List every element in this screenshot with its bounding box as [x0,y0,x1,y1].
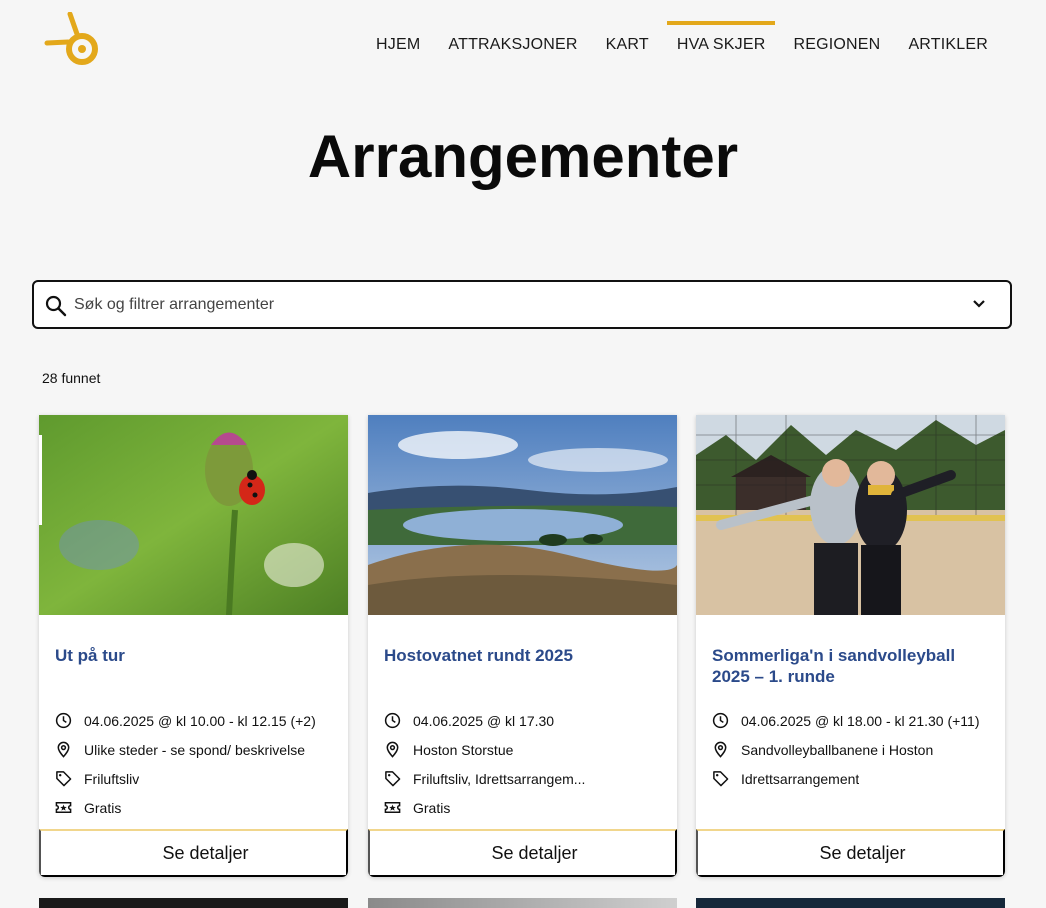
event-category-row: Idrettsarrangement [712,764,1002,793]
ticket-icon [55,802,72,813]
location-pin-icon [714,741,727,758]
search-filter-box[interactable] [32,280,1012,329]
see-details-button[interactable]: Se detaljer [696,829,1005,877]
event-image-volleyball [696,415,1005,615]
location-pin-icon [386,741,399,758]
clock-icon [55,712,72,729]
clock-icon [712,712,729,729]
tag-icon [385,771,401,787]
event-price-row: Gratis [384,793,674,822]
nav-item-hva-skjer[interactable]: HVA SKJER [666,0,776,54]
event-location: Ulike steder - se spond/ beskrivelse [84,741,305,758]
event-meta: 04.06.2025 @ kl 17.30 Hoston Storstue Fr… [384,706,674,822]
event-datetime-row: 04.06.2025 @ kl 10.00 - kl 12.15 (+2) [55,706,345,735]
search-icon [45,295,67,317]
event-meta: 04.06.2025 @ kl 18.00 - kl 21.30 (+11) S… [712,706,1002,793]
chevron-down-icon[interactable] [972,299,986,309]
nav-item-attraksjoner[interactable]: ATTRAKSJONER [448,0,577,54]
event-location: Hoston Storstue [413,741,514,758]
event-card-peek[interactable] [39,898,348,908]
page-title: Arrangementer [307,123,739,190]
tag-icon [713,771,729,787]
event-datetime: 04.06.2025 @ kl 18.00 - kl 21.30 (+11) [741,712,980,729]
see-details-button[interactable]: Se detaljer [39,829,348,877]
event-location-row: Ulike steder - se spond/ beskrivelse [55,735,345,764]
nav-item-regionen[interactable]: REGIONEN [793,0,880,54]
event-category: Idrettsarrangement [741,770,860,787]
event-price-row: Gratis [55,793,345,822]
nav-item-kart[interactable]: KART [606,0,649,54]
event-category: Friluftsliv [84,770,140,787]
location-pin-icon [57,741,70,758]
event-datetime: 04.06.2025 @ kl 10.00 - kl 12.15 (+2) [84,712,316,729]
event-datetime-row: 04.06.2025 @ kl 17.30 [384,706,674,735]
clock-icon [384,712,401,729]
event-image-ladybug [39,415,348,615]
nav-item-artikler[interactable]: ARTIKLER [908,0,988,54]
event-card[interactable]: Hostovatnet rundt 2025 04.06.2025 @ kl 1… [368,415,677,877]
search-input[interactable] [74,282,954,327]
event-datetime-row: 04.06.2025 @ kl 18.00 - kl 21.30 (+11) [712,706,1002,735]
event-title[interactable]: Ut på tur [55,645,331,666]
event-category-row: Friluftsliv [55,764,345,793]
event-image-lake [368,415,677,615]
event-card-peek[interactable] [696,898,1005,908]
event-card[interactable]: Sommerliga'n i sandvolleyball 2025 – 1. … [696,415,1005,877]
event-price: Gratis [84,799,122,816]
nav-item-hjem[interactable]: HJEM [376,0,420,54]
event-datetime: 04.06.2025 @ kl 17.30 [413,712,555,729]
site-logo[interactable] [44,12,102,70]
event-price: Gratis [413,799,451,816]
event-card[interactable]: Ut på tur 04.06.2025 @ kl 10.00 - kl 12.… [39,415,348,877]
event-location-row: Hoston Storstue [384,735,674,764]
event-location-row: Sandvolleyballbanene i Hoston [712,735,1002,764]
ticket-icon [384,802,401,813]
results-count: 28 funnet [42,370,101,386]
event-title[interactable]: Sommerliga'n i sandvolleyball 2025 – 1. … [712,645,988,687]
event-title[interactable]: Hostovatnet rundt 2025 [384,645,660,666]
event-meta: 04.06.2025 @ kl 10.00 - kl 12.15 (+2) Ul… [55,706,345,822]
see-details-button[interactable]: Se detaljer [368,829,677,877]
tag-icon [56,771,72,787]
main-nav: HJEM ATTRAKSJONER KART HVA SKJER REGIONE… [376,0,988,90]
event-category-row: Friluftsliv, Idrettsarrangem... [384,764,674,793]
event-card-peek[interactable] [368,898,677,908]
event-category: Friluftsliv, Idrettsarrangem... [413,770,586,787]
event-location: Sandvolleyballbanene i Hoston [741,741,934,758]
